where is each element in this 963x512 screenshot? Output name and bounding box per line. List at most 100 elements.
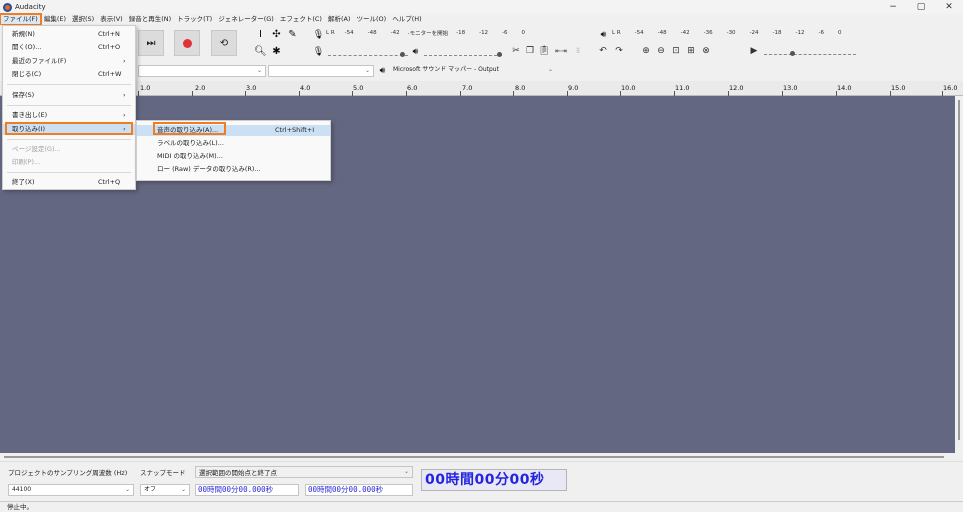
envelope-tool-icon[interactable]: ✣	[271, 29, 282, 40]
record-meter-mic-icon[interactable]: 🎙︎	[313, 29, 324, 40]
menu-item-label: MIDI の取り込み(M)...	[157, 152, 223, 160]
vertical-scroll-thumb[interactable]	[958, 100, 960, 440]
ruler-tick: 9.0	[568, 84, 579, 92]
recording-channels-combo[interactable]: ⌄	[268, 65, 374, 77]
playback-device-combo[interactable]: Microsoft サウンド マッパー - Output ⌄	[390, 65, 556, 77]
redo-icon[interactable]: ↷	[613, 45, 625, 57]
menu-item-shortcut: Ctrl+Q	[98, 178, 121, 186]
zoom-out-icon[interactable]: ⊖	[655, 45, 667, 57]
import-audio[interactable]: 音声の取り込み(A)... Ctrl+Shift+I	[137, 125, 330, 136]
menu-item-label: 終了(X)	[12, 178, 35, 186]
menu-effect[interactable]: エフェクト(C)	[277, 14, 325, 25]
zoom-toggle-icon[interactable]: ⊗	[700, 45, 712, 57]
rec-scale-tick: 0	[521, 30, 526, 36]
file-menu-exit[interactable]: 終了(X) Ctrl+Q	[3, 177, 135, 188]
fit-selection-icon[interactable]: ⊡	[670, 45, 682, 57]
menu-generate[interactable]: ジェネレーター(G)	[215, 14, 277, 25]
undo-icon[interactable]: ↶	[597, 45, 609, 57]
play-scale-tick: -54	[634, 30, 644, 36]
menu-item-label: ロー (Raw) データの取り込み(R)...	[157, 165, 261, 173]
menu-file[interactable]: ファイル(F)	[0, 13, 42, 26]
file-menu-new[interactable]: 新規(N) Ctrl+N	[3, 29, 135, 40]
chevron-down-icon: ⌄	[364, 67, 370, 74]
ruler-tick: 10.0	[621, 84, 636, 92]
selection-start-time[interactable]: 00時間00分00.000秒	[195, 484, 299, 496]
play-speed-thumb[interactable]	[790, 51, 795, 56]
status-bar: 停止中。	[0, 501, 963, 512]
play-scale-tick: -30	[726, 30, 736, 36]
menu-help[interactable]: ヘルプ(H)	[389, 14, 424, 25]
recording-device-combo[interactable]: ⌄	[138, 65, 266, 77]
file-menu-export[interactable]: 書き出し(E) ›	[3, 110, 135, 121]
loop-button[interactable]: ⟲	[211, 30, 237, 56]
record-volume-thumb[interactable]	[400, 52, 405, 57]
close-button[interactable]: ✕	[935, 0, 963, 14]
file-menu-import[interactable]: 取り込み(I) ›	[3, 124, 135, 135]
minimize-button[interactable]: −	[879, 0, 907, 14]
cut-icon[interactable]: ✂	[510, 45, 522, 57]
playback-volume-slider[interactable]	[424, 46, 502, 57]
ruler-tick: 7.0	[462, 84, 473, 92]
menu-tracks[interactable]: トラック(T)	[174, 14, 215, 25]
import-labels[interactable]: ラベルの取り込み(L)...	[137, 138, 330, 149]
record-volume-mic-icon: 🎙︎	[312, 46, 325, 57]
selection-tool-icon[interactable]: I	[255, 29, 266, 40]
rec-monitor-start[interactable]: -モニターを開始	[408, 29, 449, 37]
paste-icon[interactable]: 📋︎	[538, 45, 550, 57]
playback-meter[interactable]: L R -54 -48 -42 -36 -30 -24 -18 -12 -6 0	[612, 28, 882, 38]
import-midi[interactable]: MIDI の取り込み(M)...	[137, 151, 330, 162]
menu-item-label: 音声の取り込み(A)...	[157, 126, 219, 134]
draw-tool-icon[interactable]: ✎	[287, 29, 298, 40]
trim-icon[interactable]: ⇤⇥	[555, 45, 567, 57]
rec-scale-tick: -6	[502, 30, 508, 36]
ruler-tick: 11.0	[675, 84, 690, 92]
menu-transport[interactable]: 録音と再生(N)	[126, 14, 174, 25]
playback-volume-thumb[interactable]	[497, 52, 502, 57]
menu-item-label: 印刷(P)...	[12, 158, 41, 166]
rec-scale-tick: -12	[479, 30, 489, 36]
playback-volume-speaker-icon: 🔊︎	[412, 46, 419, 57]
menu-bar: ファイル(F) 編集(E) 選択(S) 表示(V) 録音と再生(N) トラック(…	[0, 13, 963, 26]
fit-project-icon[interactable]: ⊞	[685, 45, 697, 57]
zoom-in-icon[interactable]: ⊕	[640, 45, 652, 57]
record-meter[interactable]: L R -54 -48 -42 -モニターを開始 -18 -12 -6 0	[326, 28, 586, 38]
play-scale-tick: -24	[749, 30, 759, 36]
menu-analyze[interactable]: 解析(A)	[325, 14, 354, 25]
file-menu-close[interactable]: 閉じる(C) Ctrl+W	[3, 69, 135, 80]
skip-end-button[interactable]: ⏭	[138, 30, 164, 56]
play-at-speed-icon[interactable]: ▶	[748, 45, 760, 57]
rate-combo[interactable]: 44100 ⌄	[8, 484, 134, 496]
file-menu-open[interactable]: 開く(O)... Ctrl+O	[3, 42, 135, 53]
menu-item-label: 最近のファイル(F)	[12, 57, 67, 65]
ruler-tick: 1.0	[140, 84, 151, 92]
ruler-tick: 15.0	[891, 84, 906, 92]
multi-tool-icon[interactable]: ✱	[271, 46, 282, 57]
menu-select[interactable]: 選択(S)	[69, 14, 97, 25]
copy-icon[interactable]: ❐	[524, 45, 536, 57]
silence-icon[interactable]: ⫶⫶	[572, 45, 584, 57]
menu-item-label: 取り込み(I)	[12, 125, 45, 133]
horizontal-scrollbar[interactable]	[0, 453, 963, 461]
playback-meter-speaker-icon[interactable]: 🔊︎	[598, 29, 609, 40]
ruler-tick: 6.0	[407, 84, 418, 92]
timeline-ruler[interactable]: 1.0 2.0 3.0 4.0 5.0 6.0 7.0 8.0 9.0 10.0…	[0, 81, 963, 96]
record-volume-slider[interactable]	[328, 46, 408, 57]
zoom-tool-icon[interactable]: 🔍︎	[254, 46, 267, 57]
import-raw-data[interactable]: ロー (Raw) データの取り込み(R)...	[137, 164, 330, 175]
menu-edit[interactable]: 編集(E)	[41, 14, 69, 25]
menu-view[interactable]: 表示(V)	[97, 14, 126, 25]
ruler-tick: 5.0	[353, 84, 364, 92]
horizontal-scroll-thumb[interactable]	[4, 456, 944, 458]
file-menu-save[interactable]: 保存(S) ›	[3, 90, 135, 101]
snap-combo[interactable]: オフ ⌄	[140, 484, 190, 496]
selection-mode-combo[interactable]: ⌄	[195, 466, 413, 478]
file-menu-recent[interactable]: 最近のファイル(F) ›	[3, 56, 135, 67]
record-button[interactable]	[174, 30, 200, 56]
play-speed-slider[interactable]	[764, 45, 856, 56]
snap-value: オフ	[144, 486, 157, 493]
selection-end-time[interactable]: 00時間00分00.000秒	[305, 484, 413, 496]
maximize-button[interactable]: ▢	[907, 0, 935, 14]
audio-position-display[interactable]: 00時間00分00秒	[421, 469, 567, 491]
menu-tools[interactable]: ツール(O)	[353, 14, 389, 25]
vertical-scrollbar[interactable]	[955, 96, 963, 453]
